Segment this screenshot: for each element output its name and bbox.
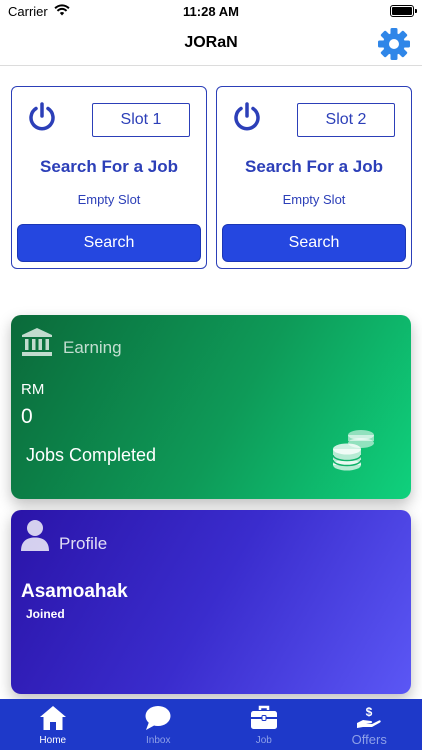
tab-offers-label: Offers: [351, 732, 387, 747]
tab-home[interactable]: Home: [0, 699, 106, 750]
earning-currency: RM: [21, 381, 45, 398]
slot-card-2: Slot 2 Search For a Job Empty Slot Searc…: [216, 86, 412, 269]
power-icon[interactable]: [26, 101, 58, 133]
bank-icon: [22, 328, 52, 356]
power-icon[interactable]: [231, 101, 263, 133]
status-left: Carrier: [8, 4, 70, 19]
gear-icon: [378, 28, 410, 60]
tab-inbox[interactable]: Inbox: [106, 699, 212, 750]
navigation-bar: JORaN: [0, 22, 422, 66]
tab-offers[interactable]: $ Offers: [317, 699, 422, 750]
earning-title: Earning: [63, 338, 122, 357]
slot-1-label-button[interactable]: Slot 1: [92, 103, 190, 137]
briefcase-icon: [250, 705, 277, 729]
earning-amount: 0: [21, 405, 33, 428]
slot-1-heading: Search For a Job: [40, 157, 178, 176]
slot-2-heading: Search For a Job: [245, 157, 383, 176]
tab-home-label: Home: [39, 735, 67, 746]
battery-icon: [390, 5, 417, 17]
slot-2-search-button[interactable]: Search: [222, 224, 406, 262]
tab-bar: Home Inbox Job $ Offers: [0, 699, 422, 750]
coins-icon: [332, 430, 374, 471]
status-bar: Carrier 11:28 AM: [0, 0, 422, 22]
wifi-icon: [54, 3, 70, 19]
slot-1-status: Empty Slot: [77, 192, 141, 207]
hand-dollar-icon: $: [357, 705, 381, 728]
tab-job-label: Job: [255, 735, 272, 746]
slot-2-status: Empty Slot: [282, 192, 346, 207]
app-title: JORaN: [184, 34, 238, 51]
slot-card-1: Slot 1 Search For a Job Empty Slot Searc…: [11, 86, 207, 269]
svg-text:$: $: [366, 705, 373, 719]
tab-inbox-label: Inbox: [146, 735, 171, 746]
slot-1-search-button[interactable]: Search: [17, 224, 201, 262]
profile-card[interactable]: Profile Asamoahak Joined: [11, 510, 411, 694]
tab-job[interactable]: Job: [211, 699, 317, 750]
chat-icon: [145, 706, 171, 730]
profile-joined-label: Joined: [26, 607, 65, 621]
carrier-label: Carrier: [8, 3, 48, 19]
earning-card[interactable]: Earning RM 0 Jobs Completed: [11, 315, 411, 499]
user-icon: [21, 520, 49, 551]
profile-name: Asamoahak: [21, 581, 128, 602]
settings-button[interactable]: [376, 26, 412, 62]
slot-2-label-button[interactable]: Slot 2: [297, 103, 395, 137]
home-icon: [39, 706, 66, 730]
profile-title: Profile: [59, 534, 108, 553]
jobs-completed-label: Jobs Completed: [26, 445, 157, 465]
